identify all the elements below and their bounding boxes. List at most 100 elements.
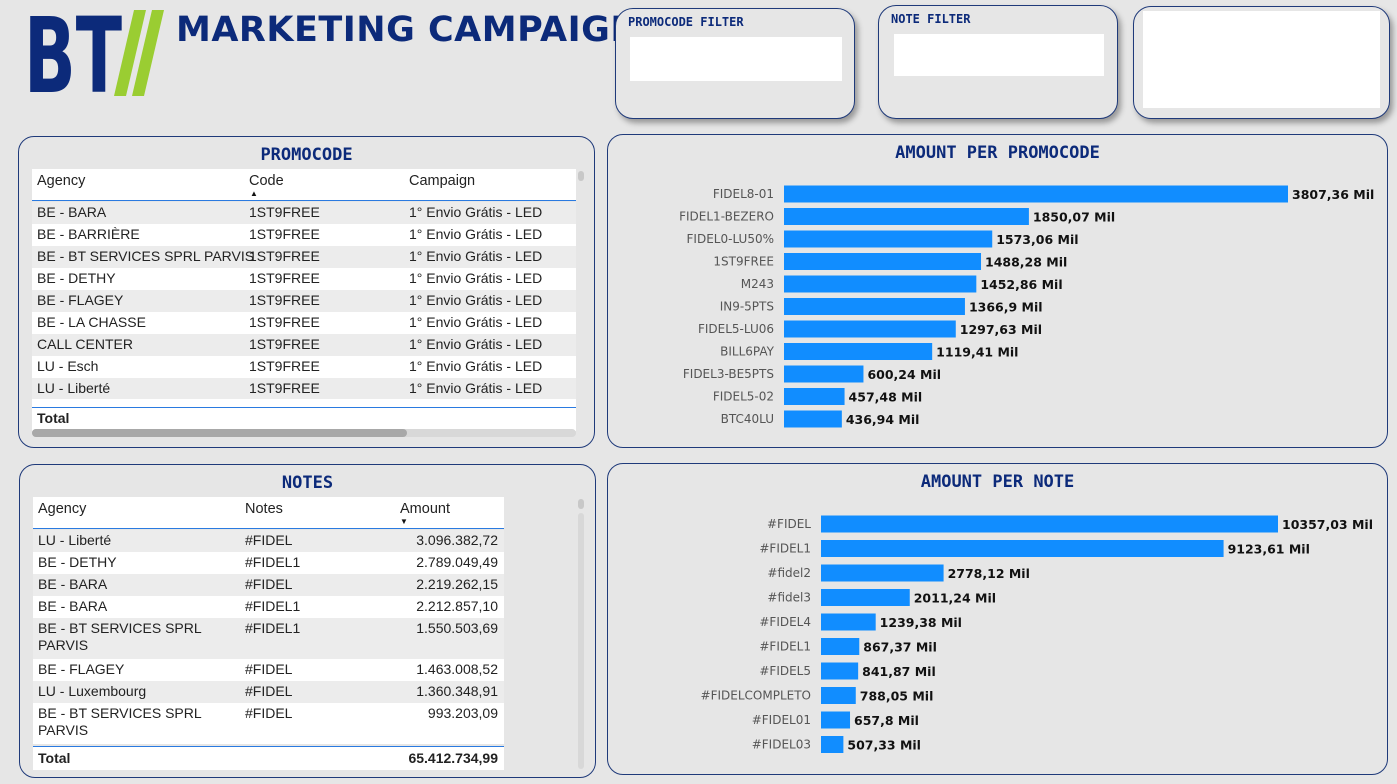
table-cell: 1.463.008,52 [416, 661, 498, 677]
bar[interactable] [784, 230, 993, 248]
column-header-notes[interactable]: Notes [245, 501, 283, 517]
table-cell: 1ST9FREE [249, 270, 320, 286]
data-label: 600,24 Mil [867, 367, 941, 382]
table-cell: BE - BARA [38, 576, 108, 592]
table-row[interactable]: LU - Esch 1ST9FREE 1° Envio Grátis - LED [32, 356, 576, 378]
bar[interactable] [784, 275, 977, 293]
column-header-amount[interactable]: Amount [400, 501, 450, 517]
bar[interactable] [784, 298, 965, 315]
amount-per-note-chart: #FIDEL 10357,03 Mil #FIDEL1 9123,61 Mil #fid… [701, 515, 1373, 753]
table-cell: BE - BT SERVICES SPRL PARVIS [38, 620, 202, 653]
category-label: #FIDELCOMPLETO [701, 689, 811, 703]
data-label: 1488,28 Mil [985, 255, 1067, 270]
table-cell: 2.212.857,10 [416, 598, 498, 614]
table-row[interactable]: BE - BT SERVICES SPRL PARVIS #FIDEL1 1.550… [33, 618, 504, 659]
category-label: FIDEL8-01 [713, 187, 774, 201]
column-header-code[interactable]: Code [249, 173, 284, 189]
bar[interactable] [821, 638, 860, 655]
column-header-campaign[interactable]: Campaign [409, 173, 475, 189]
amount-per-note-panel: AMOUNT PER NOTE #FIDEL 10357,03 Mil #FIDEL… [607, 463, 1388, 775]
table-cell: BE - FLAGEY [38, 661, 125, 677]
total-value: 65.412.734,99 [408, 750, 498, 766]
bar[interactable] [784, 343, 933, 360]
table-cell: BE - DETHY [37, 270, 116, 286]
column-header-agency[interactable]: Agency [38, 501, 86, 517]
note-filter-input[interactable] [894, 34, 1104, 76]
table-row[interactable]: LU - Liberté 1ST9FREE 1° Envio Grátis - LE… [32, 378, 576, 400]
sort-descending-icon: ▼ [400, 517, 408, 526]
data-label: 457,48 Mil [849, 390, 923, 405]
extra-filter-input[interactable] [1143, 11, 1380, 108]
data-label: 10357,03 Mil [1282, 517, 1373, 532]
table-row[interactable]: LU - Liberté #FIDEL 3.096.382,72 [33, 530, 504, 552]
table-cell: BE - FLAGEY [37, 292, 124, 308]
category-label: 1ST9FREE [713, 255, 774, 269]
table-row[interactable]: BE - FLAGEY #FIDEL 1.463.008,52 [33, 659, 504, 681]
bar[interactable] [784, 388, 845, 405]
category-label: BILL6PAY [720, 345, 775, 359]
bar[interactable] [821, 589, 910, 606]
table-row[interactable]: BE - BARA #FIDEL1 2.212.857,10 [33, 596, 504, 618]
table-cell: BE - BT SERVICES SPRL PARVIS [37, 248, 255, 264]
table-cell: 1° Envio Grátis - LED [409, 314, 543, 330]
table-row[interactable]: CALL CENTER 1ST9FREE 1° Envio Grátis - LED [32, 334, 576, 356]
category-label: #FIDEL1 [759, 542, 811, 556]
category-label: FIDEL5-LU06 [698, 322, 774, 336]
promocode-filter-input[interactable] [630, 37, 842, 81]
promocode-total-row: Total [32, 407, 576, 431]
data-label: 1573,06 Mil [996, 232, 1078, 247]
table-row[interactable]: BE - FLAGEY 1ST9FREE 1° Envio Grátis - LED [32, 290, 576, 312]
category-label: #FIDEL4 [759, 615, 811, 629]
table-cell: #FIDEL [245, 661, 293, 677]
table-row[interactable]: BE - BT SERVICES SPRL PARVIS 1ST9FREE 1° E… [32, 246, 576, 268]
promocode-vertical-scrollbar[interactable] [578, 171, 584, 181]
table-cell: LU - Esch [37, 358, 99, 374]
table-cell: 993.203,09 [427, 705, 498, 721]
extra-filter-card [1133, 6, 1390, 119]
promocode-horizontal-scrollbar-thumb[interactable] [32, 429, 407, 437]
bar[interactable] [784, 185, 1288, 203]
data-label: 1119,41 Mil [936, 345, 1018, 360]
table-cell: 1.360.348,91 [416, 683, 498, 699]
table-row[interactable]: LU - Luxembourg #FIDEL 1.360.348,91 [33, 681, 504, 703]
table-cell: 1ST9FREE [249, 314, 320, 330]
note-filter-title: NOTE FILTER [891, 12, 971, 26]
table-cell: 1° Envio Grátis - LED [409, 358, 543, 374]
bar[interactable] [821, 564, 944, 582]
bar[interactable] [821, 515, 1278, 533]
promocode-table-header: Agency Code ▲ Campaign [32, 169, 576, 201]
bar[interactable] [821, 662, 859, 680]
table-row[interactable]: BE - LA CHASSE 1ST9FREE 1° Envio Grátis - … [32, 312, 576, 334]
bar[interactable] [821, 711, 851, 729]
data-label: 1452,86 Mil [980, 277, 1062, 292]
table-cell: CALL CENTER [37, 336, 133, 352]
bar[interactable] [821, 687, 856, 704]
table-cell: LU - Luxembourg [38, 683, 147, 699]
table-cell: 1° Envio Grátis - LED [409, 204, 543, 220]
table-row[interactable]: BE - DETHY #FIDEL1 2.789.049,49 [33, 552, 504, 574]
bar[interactable] [821, 613, 876, 631]
table-row[interactable]: BE - BARA 1ST9FREE 1° Envio Grátis - LED [32, 202, 576, 224]
notes-vertical-scrollbar-track[interactable] [578, 513, 584, 769]
bar[interactable] [784, 410, 842, 428]
data-label: 841,87 Mil [862, 664, 936, 679]
table-row[interactable]: BE - BARRIÈRE 1ST9FREE 1° Envio Grátis - L… [32, 224, 576, 246]
bar[interactable] [821, 540, 1224, 557]
category-label: FIDEL5-02 [713, 390, 774, 404]
bar[interactable] [821, 736, 844, 753]
bar[interactable] [784, 253, 982, 270]
column-header-agency[interactable]: Agency [37, 173, 85, 189]
table-row[interactable]: BE - BT SERVICES SPRL PARVIS #FIDEL 993.20… [33, 703, 504, 744]
table-row[interactable]: BE - DETHY 1ST9FREE 1° Envio Grátis - LED [32, 268, 576, 290]
notes-vertical-scrollbar[interactable] [578, 499, 584, 509]
bar[interactable] [784, 320, 956, 338]
category-label: BTC40LU [721, 412, 774, 426]
table-cell: #FIDEL [245, 576, 293, 592]
bar[interactable] [784, 208, 1029, 225]
table-cell: 1° Envio Grátis - LED [409, 248, 543, 264]
data-label: 657,8 Mil [854, 713, 919, 728]
table-cell: LU - Liberté [37, 380, 111, 396]
category-label: #fidel3 [767, 591, 811, 605]
table-row[interactable]: BE - BARA #FIDEL 2.219.262,15 [33, 574, 504, 596]
bar[interactable] [784, 365, 864, 383]
